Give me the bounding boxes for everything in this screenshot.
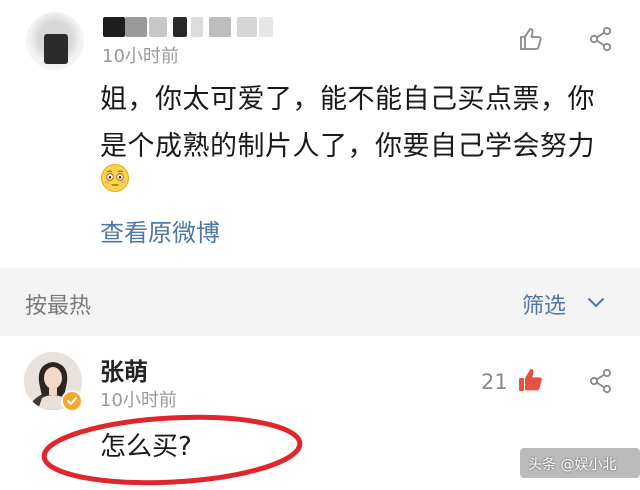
post-card: 10小时前 姐，你太可爱了，能不能自己买点票，你是个成熟的制片人了，你要自己学会…	[0, 0, 640, 268]
sort-by-hot-label[interactable]: 按最热	[25, 288, 91, 320]
filter-button[interactable]: 筛选	[522, 288, 566, 320]
highlight-ellipse	[41, 414, 303, 486]
verified-badge-icon	[61, 390, 83, 412]
post-text: 姐，你太可爱了，能不能自己买点票，你是个成熟的制片人了，你要自己学会努力	[100, 84, 595, 162]
post-time: 10小时前	[102, 46, 179, 67]
post-author-name-redacted[interactable]	[103, 15, 273, 39]
comment-time: 10小时前	[100, 390, 177, 411]
watermark: 头条 @娱小北	[528, 457, 617, 473]
comment-like-count: 21	[481, 370, 508, 394]
chevron-down-icon[interactable]	[586, 292, 606, 312]
commenter-name[interactable]: 张萌	[100, 352, 148, 387]
share-icon[interactable]	[588, 26, 614, 52]
share-icon[interactable]	[588, 368, 614, 394]
flushed-emoji-icon	[101, 164, 129, 192]
thumbs-up-icon[interactable]	[518, 26, 544, 52]
view-original-weibo-link[interactable]: 查看原微博	[100, 213, 220, 248]
post-author-avatar[interactable]	[26, 12, 84, 70]
thumbs-up-icon[interactable]	[516, 366, 544, 394]
